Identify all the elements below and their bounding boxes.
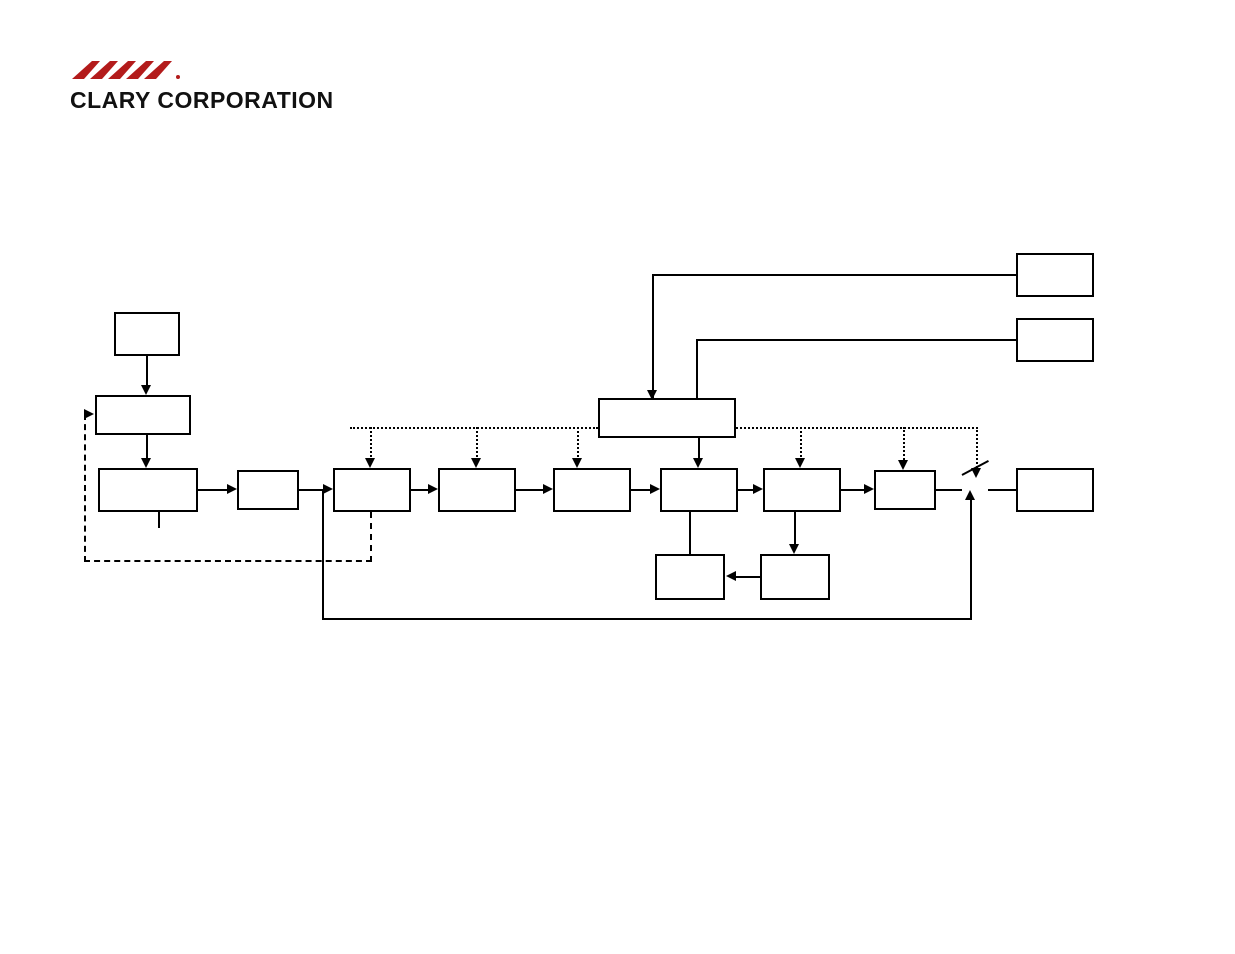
node-dc-bus xyxy=(660,468,738,512)
conn-acin-emi xyxy=(146,356,148,386)
node-inverter-b xyxy=(438,468,516,512)
arrow-bus-inva xyxy=(323,484,333,494)
node-battery xyxy=(655,554,725,600)
conn-bus-inva xyxy=(299,489,323,491)
arrow-emi-rect xyxy=(141,458,151,468)
arrow-out-chg xyxy=(789,544,799,554)
node-rectifier xyxy=(98,468,198,512)
loop-v-right xyxy=(970,498,972,620)
arrow-chg-batt xyxy=(726,571,736,581)
ctrl-drop-tx xyxy=(577,427,579,461)
node-output-stage xyxy=(763,468,841,512)
arrow-inva-invb xyxy=(428,484,438,494)
arrow-ctrl-dc xyxy=(693,458,703,468)
company-name: CLARY CORPORATION xyxy=(70,87,370,114)
node-output-relay xyxy=(874,470,936,510)
conn-chg-batt xyxy=(735,576,760,578)
ctrl-drop-invb xyxy=(476,427,478,461)
arrow-acin-emi xyxy=(141,385,151,395)
arrow-ctrl-relay xyxy=(898,460,908,470)
conn-comm-ctrl-h xyxy=(652,274,1016,276)
rectifier-tick xyxy=(158,512,160,528)
node-charger xyxy=(760,554,830,600)
node-ac-in xyxy=(114,312,180,356)
conn-relay-sw-a xyxy=(936,489,962,491)
arrow-tx-dc xyxy=(650,484,660,494)
ctrl-drop-switch xyxy=(976,427,978,471)
conn-dc-batt xyxy=(689,512,691,554)
logo-mark-icon xyxy=(70,55,370,85)
conn-tx-dc xyxy=(631,489,651,491)
conn-emi-rect xyxy=(146,435,148,459)
node-transformer xyxy=(553,468,631,512)
conn-comm-ctrl-v xyxy=(652,274,654,398)
arrow-ctrl-inva xyxy=(365,458,375,468)
ctrl-bus-dotted-left xyxy=(350,427,598,429)
dash-v-right xyxy=(370,512,372,562)
loop-h-bottom xyxy=(322,618,972,620)
node-comm xyxy=(1016,253,1094,297)
company-logo: CLARY CORPORATION xyxy=(70,55,370,114)
ctrl-drop-out xyxy=(800,427,802,461)
conn-inva-invb xyxy=(411,489,429,491)
loop-v-left xyxy=(322,490,324,620)
ctrl-drop-inva xyxy=(370,427,372,461)
conn-ctrl-dc xyxy=(698,438,700,460)
conn-rect-bus xyxy=(198,489,228,491)
node-hmi xyxy=(1016,318,1094,362)
ctrl-drop-relay xyxy=(903,427,905,463)
arrow-out-relay xyxy=(864,484,874,494)
arrow-ctrl-tx xyxy=(572,458,582,468)
diagram-page: CLARY CORPORATION xyxy=(0,0,1235,954)
arrow-dc-out xyxy=(753,484,763,494)
ctrl-bus-dotted-right xyxy=(736,427,978,429)
conn-invb-tx xyxy=(516,489,544,491)
arrow-ctrl-switch xyxy=(971,468,981,478)
node-bus-caps xyxy=(237,470,299,510)
conn-sw-out xyxy=(988,489,1016,491)
arrow-loop-up xyxy=(965,490,975,500)
node-inverter-a xyxy=(333,468,411,512)
conn-dc-out xyxy=(738,489,754,491)
arrow-invb-tx xyxy=(543,484,553,494)
node-emi-filter xyxy=(95,395,191,435)
arrow-ctrl-invb xyxy=(471,458,481,468)
arrow-comm-ctrl xyxy=(647,390,657,400)
dash-v-left xyxy=(84,414,86,562)
arrow-ctrl-out xyxy=(795,458,805,468)
node-output-connector xyxy=(1016,468,1094,512)
conn-hmi-h xyxy=(696,339,1016,341)
conn-out-chg xyxy=(794,512,796,546)
conn-hmi-v xyxy=(696,339,698,398)
node-controller xyxy=(598,398,736,438)
arrow-dash-into-emi xyxy=(84,409,94,419)
arrow-rect-bus xyxy=(227,484,237,494)
conn-out-relay xyxy=(841,489,865,491)
dash-h-bottom xyxy=(84,560,372,562)
